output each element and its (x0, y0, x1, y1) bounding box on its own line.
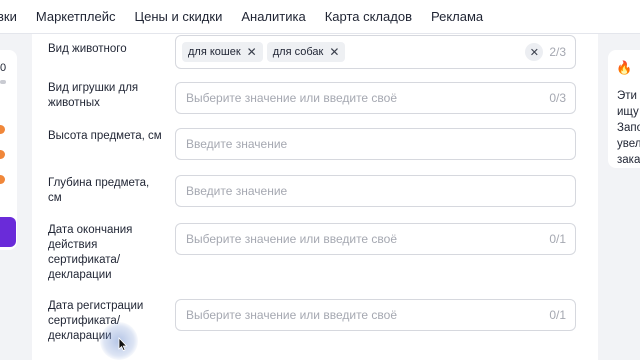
toy-type-select[interactable]: Выберите значение или введите своё 0/3 (175, 82, 576, 114)
status-dot (0, 125, 5, 134)
nav-item-partial[interactable]: вки (0, 9, 17, 24)
status-dot (0, 150, 5, 159)
chip: для собак ✕ (266, 42, 346, 62)
nav-item-analytics[interactable]: Аналитика (241, 9, 305, 24)
animal-type-multiselect[interactable]: для кошек ✕ для собак ✕ ✕ 2/3 (175, 35, 576, 69)
chip: для кошек ✕ (182, 42, 263, 62)
certificate-registration-select[interactable]: Выберите значение или введите своё 0/1 (175, 299, 576, 331)
field-label: Высота предмета, см (48, 130, 162, 142)
mouse-cursor-icon (118, 337, 128, 352)
tip-card: 🔥 Эти ищу Запо увел зака (608, 50, 640, 168)
tip-text-line: зака (617, 154, 640, 166)
product-attributes-form: Вид животного для кошек ✕ для собак ✕ ✕ … (32, 34, 598, 360)
close-icon[interactable]: ✕ (247, 46, 257, 58)
field-label: Глубина предмета, см (48, 177, 150, 204)
nav-item-prices[interactable]: Цены и скидки (135, 9, 223, 24)
top-navigation: вки Маркетплейс Цены и скидки Аналитика … (0, 0, 640, 34)
tip-text-line: ищу (617, 106, 639, 118)
selection-counter: 0/1 (549, 308, 566, 322)
left-panel-value: 0 (0, 62, 7, 74)
left-panel-button[interactable] (0, 217, 16, 247)
close-icon[interactable]: ✕ (329, 46, 339, 58)
field-label: Дата окончания действия сертификата/декл… (48, 224, 133, 281)
certificate-expiry-select[interactable]: Выберите значение или введите своё 0/1 (175, 223, 576, 255)
tip-text-line: увел (617, 138, 640, 150)
clear-icon[interactable]: ✕ (525, 43, 544, 61)
selection-counter: 0/3 (549, 91, 566, 105)
field-label: Вид животного (48, 43, 127, 55)
placeholder: Выберите значение или введите своё (186, 308, 398, 322)
placeholder: Введите значение (186, 184, 288, 198)
tip-text-line: Эти (617, 90, 637, 102)
placeholder: Выберите значение или введите своё (186, 232, 398, 246)
height-input[interactable]: Введите значение (175, 128, 576, 160)
chip-label: для кошек (188, 46, 241, 58)
nav-item-advertising[interactable]: Реклама (431, 9, 483, 24)
field-label: Вид игрушки для животных (48, 82, 139, 109)
placeholder: Введите значение (186, 137, 288, 151)
nav-item-warehouse-map[interactable]: Карта складов (325, 9, 412, 24)
chip-label: для собак (272, 46, 324, 58)
selection-counter: 0/1 (549, 232, 566, 246)
fire-icon: 🔥 (616, 60, 633, 75)
status-dot (0, 175, 5, 184)
nav-item-marketplace[interactable]: Маркетплейс (36, 9, 116, 24)
left-panel-progress (0, 80, 6, 84)
tip-text-line: Запо (617, 122, 640, 134)
depth-input[interactable]: Введите значение (175, 175, 576, 207)
placeholder: Выберите значение или введите своё (186, 91, 398, 105)
selection-counter: 2/3 (549, 45, 566, 59)
